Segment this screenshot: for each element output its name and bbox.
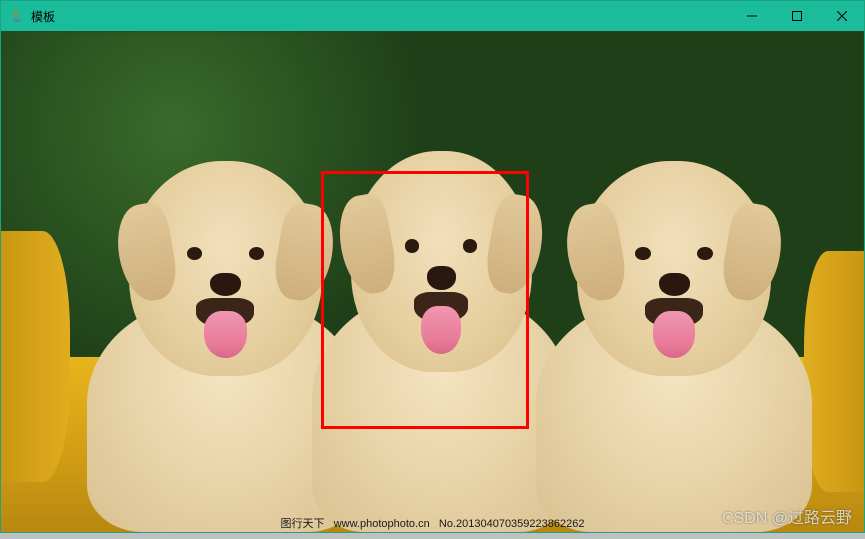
close-button[interactable] xyxy=(819,1,864,31)
site-url: www.photophoto.cn xyxy=(334,518,430,530)
content-area: 图行天下 www.photophoto.cn No.20130407035922… xyxy=(1,31,864,532)
image-canvas[interactable]: 图行天下 www.photophoto.cn No.20130407035922… xyxy=(1,31,864,532)
image-id: 201304070359223862262 xyxy=(456,518,584,530)
close-icon xyxy=(837,11,847,21)
site-label: 图行天下 xyxy=(281,518,325,530)
image-id-prefix: No. xyxy=(439,518,456,530)
maximize-icon xyxy=(792,11,802,21)
image-footer: 图行天下 www.photophoto.cn No.20130407035922… xyxy=(1,514,864,532)
window-title: 模板 xyxy=(31,8,55,25)
dog-right xyxy=(536,141,812,532)
dog-center xyxy=(312,131,571,532)
minimize-button[interactable] xyxy=(729,1,774,31)
container-edge-left xyxy=(1,231,70,482)
java-icon xyxy=(9,8,25,24)
titlebar: 模板 xyxy=(1,1,864,31)
container-edge-right xyxy=(804,251,864,491)
image-attribution: 图行天下 www.photophoto.cn No.20130407035922… xyxy=(281,515,585,531)
titlebar-left: 模板 xyxy=(9,8,55,25)
app-window: 模板 xyxy=(0,0,865,533)
minimize-icon xyxy=(747,11,757,21)
window-controls xyxy=(729,1,864,31)
maximize-button[interactable] xyxy=(774,1,819,31)
